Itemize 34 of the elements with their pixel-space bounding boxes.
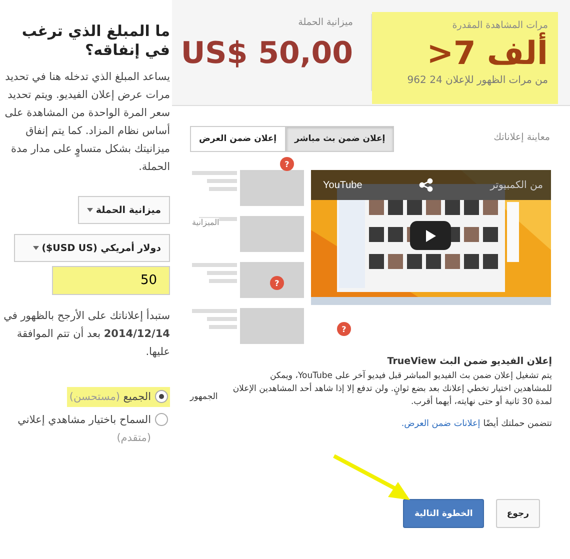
play-button[interactable] (410, 221, 451, 250)
channel-name: YouTube (323, 180, 362, 190)
budget-label: ميزانية الحملة (297, 17, 353, 28)
back-button[interactable]: رجوع (496, 499, 540, 528)
amount-input[interactable]: 50 (52, 266, 170, 295)
share-icon (419, 178, 434, 192)
video-thumbnail (240, 308, 304, 344)
ad-type-description: يتم تشغيل إعلان ضمن بث الفيديو المباشر قبل فيديو آخر على YouTube، ويمكن للمشاهدين اختيار تخطي إعلانك بعد بضع ثوانٍ. ولن تدفع إلا إذا شاهد أحد المشاهدين الإعلان لمدة 30 ثانية أو حتى نهايته، أيهما أقرب. (232, 370, 552, 409)
overflow-text: الجمهور (190, 392, 218, 402)
views-label: مرات المشاهدة المقدرة (451, 20, 548, 31)
audience-option[interactable]: الجميع (مستحسن) (67, 387, 170, 407)
help-badge[interactable]: ? (280, 157, 294, 171)
impressions-text: من مرات الظهور للإعلان 24 962 (406, 75, 548, 86)
video-thumbnail (240, 170, 304, 206)
preview-label: معاينة إعلاناتك (494, 132, 550, 143)
preview-tab[interactable]: إعلان ضمن العرض (190, 126, 286, 152)
help-badge[interactable]: ? (337, 322, 351, 336)
display-ads-link[interactable]: إعلانات ضمن العرض. (401, 419, 480, 429)
audience-option[interactable]: السماح باختيار مشاهدي إعلاني (متقدم) (10, 410, 170, 448)
currency-dropdown[interactable]: دولار أمريكي (USD US$) (14, 234, 170, 262)
next-step-button[interactable]: الخطوة التالية (403, 499, 484, 528)
ad-type-title: إعلان الفيديو ضمن البث TrueView (386, 356, 552, 367)
overlay-text: الميزانية (192, 218, 220, 227)
budget-value: US$ 50,00 (180, 35, 353, 73)
footer-text: تتضمن حملتك أيضًا (483, 419, 552, 429)
video-thumbnail (240, 262, 304, 298)
video-title: من الكمبيوتر (490, 180, 543, 190)
budget-type-dropdown[interactable]: ميزانية الحملة (78, 196, 170, 224)
views-value: >7 ألف (426, 31, 548, 74)
play-icon (426, 230, 436, 242)
help-text: يساعد المبلغ الذي تدخله هنا في تحديد مرات عرض إعلان الفيديو. ويتم تحديد سعر المرة الواحدة من المشاهدة على أساس نظام المزاد. كما يتم إنفاق ميزانيتك بشكل متساوٍ على مدار مدة الحملة. (4, 70, 170, 175)
section-heading: ما المبلغ الذي ترغب في إنفاقه؟ (20, 22, 170, 60)
video-thumbnail (240, 216, 304, 252)
preview-tab[interactable]: إعلان ضمن بث مباشر (286, 126, 394, 152)
